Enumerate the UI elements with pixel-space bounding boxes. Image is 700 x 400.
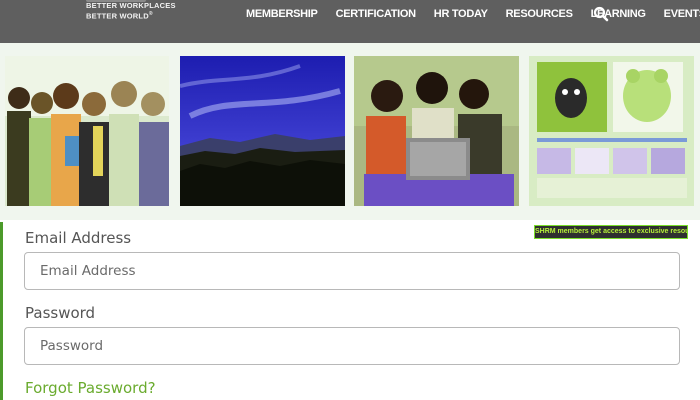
site-logo[interactable]: BETTER WORKPLACES BETTER WORLD® <box>60 0 175 28</box>
search-icon[interactable] <box>593 6 609 22</box>
magazine-collage-photo <box>529 56 694 206</box>
tagline-line-1: BETTER WORKPLACES <box>86 1 176 10</box>
tagline-line-2: BETTER WORLD® <box>86 11 153 21</box>
left-accent-border <box>0 222 3 400</box>
nav-membership[interactable]: MEMBERSHIP <box>240 8 327 20</box>
email-input[interactable] <box>25 253 679 289</box>
hero-image-strip: SHRM members get access to exclusive res… <box>0 43 700 239</box>
landscape-photo <box>180 56 345 206</box>
promo-caption: SHRM members get access to exclusive res… <box>534 225 688 239</box>
email-label: Email Address <box>25 229 132 247</box>
nav-hr-today[interactable]: HR TODAY <box>425 8 497 20</box>
students-group-photo <box>5 56 169 206</box>
password-label: Password <box>25 304 96 322</box>
main-nav: MEMBERSHIP CERTIFICATION HR TODAY RESOUR… <box>240 0 700 28</box>
password-input[interactable] <box>25 328 679 364</box>
nav-certification[interactable]: CERTIFICATION <box>327 8 425 20</box>
nav-events[interactable]: EVENTS <box>655 8 700 20</box>
password-field-container <box>24 327 680 365</box>
email-field-container <box>24 252 680 290</box>
logo-tagline: BETTER WORKPLACES BETTER WORLD® <box>86 1 176 21</box>
top-navigation-bar: BETTER WORKPLACES BETTER WORLD® MEMBERSH… <box>0 0 700 43</box>
forgot-password-link[interactable]: Forgot Password? <box>25 379 156 397</box>
students-laptop-photo <box>354 56 519 206</box>
nav-resources[interactable]: RESOURCES <box>497 8 582 20</box>
